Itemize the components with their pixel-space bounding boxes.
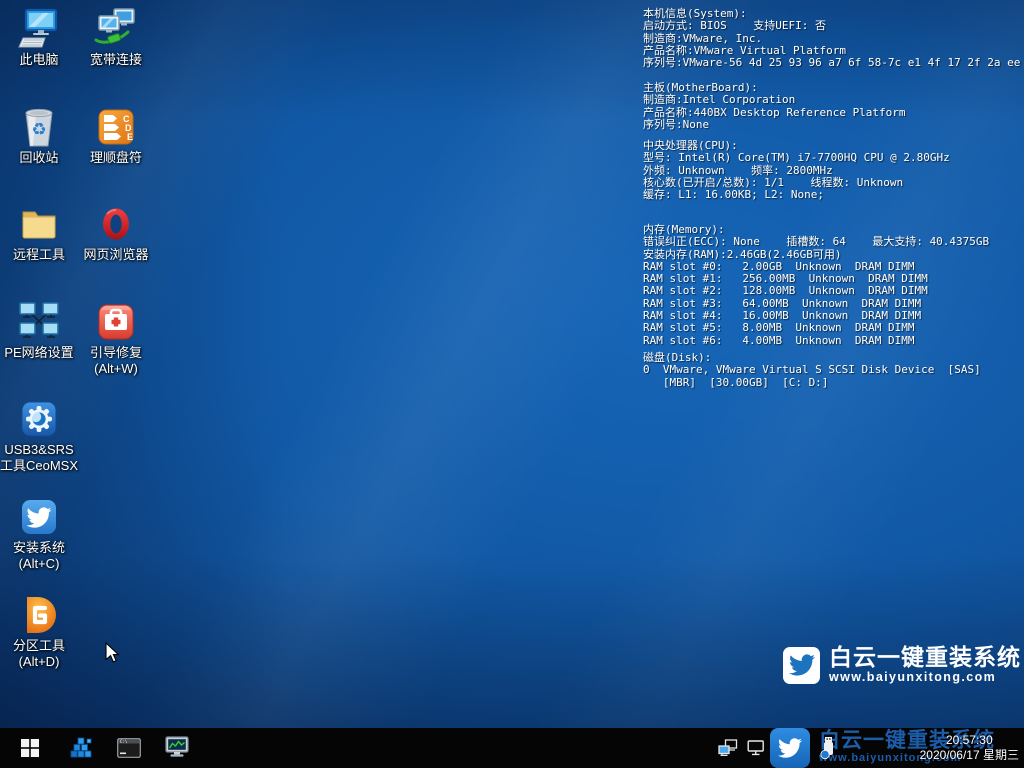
- brand-title: 白云一键重装系统: [829, 645, 1021, 670]
- desktop-icon-pe-network-settings[interactable]: PE网络设置: [1, 301, 77, 361]
- install-system-bird-icon: [19, 496, 59, 538]
- icon-label: PE网络设置: [4, 345, 73, 361]
- usb3-srs-icon: [19, 398, 59, 440]
- desktop-icon-remote-tools[interactable]: 远程工具: [1, 203, 77, 263]
- icon-label: 网页浏览器: [83, 247, 148, 263]
- icon-label: 宽带连接: [90, 52, 142, 68]
- brand-url: www.baiyunxitong.com: [829, 670, 1021, 685]
- desktop-icon-broadband[interactable]: 宽带连接: [78, 8, 154, 68]
- icon-label: 分区工具: [13, 638, 65, 654]
- clock-date: 2020/06/17 星期三: [920, 748, 1019, 763]
- clock-time: 20:57:30: [920, 733, 1019, 748]
- tray-display-icon[interactable]: [744, 728, 768, 768]
- broadband-icon: [94, 8, 138, 50]
- icon-label: 引导修复: [90, 345, 142, 361]
- desktop-icon-install-system[interactable]: 安装系统 (Alt+C): [1, 496, 77, 572]
- brand-bird-icon: [783, 647, 820, 684]
- desktop-icon-this-pc[interactable]: 此电脑: [1, 8, 77, 68]
- taskbar-cmd-button[interactable]: C:\: [110, 728, 148, 768]
- icon-label: USB3&SRS: [4, 442, 73, 458]
- svg-text:E: E: [127, 132, 133, 142]
- desktop-icon-boot-repair[interactable]: 引导修复 (Alt+W): [78, 301, 154, 377]
- start-button[interactable]: [8, 728, 52, 768]
- icon-label-line2: (Alt+C): [19, 556, 60, 572]
- registry-cubes-icon: [69, 736, 93, 760]
- icon-label: 理顺盘符: [90, 150, 142, 166]
- diskgenius-icon: [19, 594, 59, 636]
- icon-label: 回收站: [19, 150, 58, 166]
- command-prompt-icon: C:\: [117, 738, 141, 758]
- bird-icon: [778, 736, 802, 760]
- desktop-icon-usb3-srs-tool[interactable]: USB3&SRS 工具CeoMSX: [1, 398, 77, 474]
- taskbar-clock[interactable]: 20:57:30 2020/06/17 星期三: [920, 733, 1019, 763]
- desktop-icon-drive-letters[interactable]: C D E 理顺盘符: [78, 106, 154, 166]
- boot-repair-icon: [96, 301, 136, 343]
- taskbar: C:\ 白云一键重装系统 www.baiy: [0, 728, 1024, 768]
- icon-label-line2: 工具CeoMSX: [0, 458, 78, 474]
- svg-text:C:\: C:\: [120, 739, 128, 744]
- tray-usb-icon[interactable]: [818, 728, 838, 768]
- icon-label: 安装系统: [13, 540, 65, 556]
- network-settings-icon: [17, 301, 61, 343]
- taskbar-baiyun-app-button[interactable]: [770, 728, 810, 768]
- brand-logo: 白云一键重装系统 www.baiyunxitong.com: [783, 645, 1021, 685]
- windows-logo-icon: [21, 739, 39, 757]
- sysinfo-disk-block: 磁盘(Disk): 0 VMware, VMware Virtual S SCS…: [643, 352, 981, 389]
- desktop-icon-partition-tool[interactable]: 分区工具 (Alt+D): [1, 594, 77, 670]
- icon-label-line2: (Alt+W): [94, 361, 138, 377]
- recycle-bin-icon: ♻: [19, 106, 59, 148]
- desktop-icon-web-browser[interactable]: 网页浏览器: [78, 203, 154, 263]
- this-pc-icon: [17, 8, 61, 50]
- sysinfo-memory-block: 内存(Memory): 错误纠正(ECC): None 插槽数: 64 最大支持…: [643, 224, 989, 347]
- icon-label: 远程工具: [13, 247, 65, 263]
- sysinfo-motherboard-block: 主板(MotherBoard): 制造商:Intel Corporation 产…: [643, 82, 906, 131]
- mouse-cursor: [105, 642, 120, 669]
- sysinfo-cpu-block: 中央处理器(CPU): 型号: Intel(R) Core(TM) i7-770…: [643, 140, 950, 201]
- desktop-icon-recycle-bin[interactable]: ♻ 回收站: [1, 106, 77, 166]
- sysinfo-system-block: 本机信息(System): 启动方式: BIOS 支持UEFI: 否 制造商:V…: [643, 8, 1024, 69]
- opera-browser-icon: [96, 203, 136, 245]
- taskbar-task-manager-button[interactable]: [158, 728, 198, 768]
- folder-icon: [18, 203, 60, 245]
- icon-label-line2: (Alt+D): [19, 654, 60, 670]
- icon-label: 此电脑: [19, 52, 58, 68]
- drive-letters-icon: C D E: [96, 106, 136, 148]
- tray-network-icon[interactable]: [714, 728, 742, 768]
- system-monitor-icon: [165, 736, 191, 760]
- taskbar-registry-tool-button[interactable]: [62, 728, 100, 768]
- svg-text:♻: ♻: [31, 120, 46, 140]
